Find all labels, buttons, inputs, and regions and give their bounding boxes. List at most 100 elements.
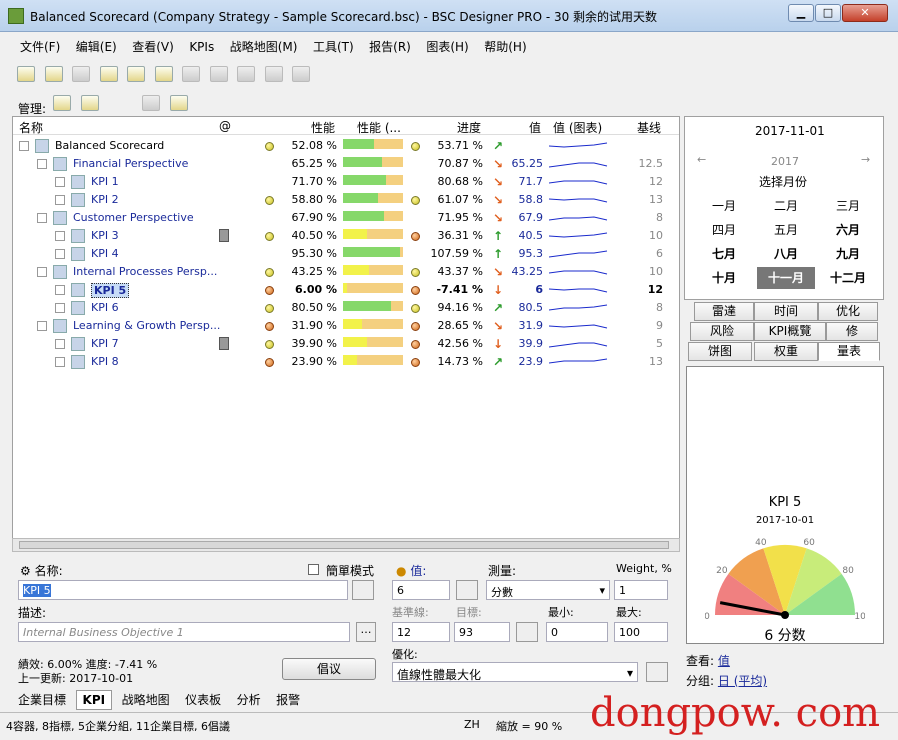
menu-reports[interactable]: 报告(R): [363, 36, 417, 57]
min-field[interactable]: 0: [546, 622, 608, 642]
col-performance[interactable]: 性能: [311, 119, 335, 136]
month-cell[interactable]: 五月: [757, 219, 815, 241]
table-row[interactable]: Internal Processes Persp... 43.25 % 43.37 …: [13, 263, 679, 281]
col-at[interactable]: @: [219, 119, 231, 133]
baseline-field[interactable]: 12: [392, 622, 450, 642]
tab-alerts[interactable]: 报警: [270, 689, 306, 710]
copy-icon[interactable]: [182, 66, 200, 82]
menu-edit[interactable]: 编辑(E): [70, 36, 123, 57]
menu-strategy-map[interactable]: 战略地图(M): [224, 36, 304, 57]
tab-strategy-map[interactable]: 战略地图: [116, 689, 176, 710]
maximize-button[interactable]: □: [815, 4, 841, 22]
add-container-icon[interactable]: [52, 95, 71, 111]
save-icon[interactable]: [72, 66, 90, 82]
optimization-edit-button[interactable]: [646, 662, 668, 682]
expand-toggle-icon[interactable]: [55, 249, 65, 259]
table-row[interactable]: Balanced Scorecard 52.08 % 53.71 % ↗: [13, 137, 679, 155]
value-field[interactable]: 6: [392, 580, 450, 600]
description-more-button[interactable]: …: [356, 622, 376, 642]
month-cell[interactable]: 七月: [695, 243, 753, 265]
move-up-icon[interactable]: [142, 95, 161, 111]
horizontal-scrollbar[interactable]: [12, 538, 680, 552]
menu-charts[interactable]: 图表(H): [420, 36, 474, 57]
tab-dashboard[interactable]: 仪表板: [179, 689, 227, 710]
expand-toggle-icon[interactable]: [19, 141, 29, 151]
tab-time[interactable]: 时间: [754, 302, 818, 321]
name-field[interactable]: KPI 5: [18, 580, 348, 600]
value-refresh-button[interactable]: [456, 580, 478, 600]
table-row[interactable]: Learning & Growth Persp... 31.90 % 28.65 %…: [13, 317, 679, 335]
expand-toggle-icon[interactable]: [55, 285, 65, 295]
tab-kpi-overview[interactable]: KPI概覽: [754, 322, 826, 341]
description-field[interactable]: Internal Business Objective 1: [18, 622, 350, 642]
tab-gauge[interactable]: 量表: [818, 342, 880, 361]
menu-kpis[interactable]: KPIs: [183, 38, 220, 56]
month-cell[interactable]: 三月: [819, 195, 877, 217]
redo-icon[interactable]: [292, 66, 310, 82]
note-icon[interactable]: [219, 229, 229, 242]
tab-risk[interactable]: 风险: [690, 322, 754, 341]
menu-file[interactable]: 文件(F): [14, 36, 66, 57]
tab-fix[interactable]: 修: [826, 322, 878, 341]
expand-toggle-icon[interactable]: [55, 303, 65, 313]
month-cell[interactable]: 十一月: [757, 267, 815, 289]
tab-weight[interactable]: 权重: [754, 342, 818, 361]
tab-analysis[interactable]: 分析: [231, 689, 267, 710]
month-cell[interactable]: 一月: [695, 195, 753, 217]
col-progress[interactable]: 进度: [457, 119, 481, 136]
expand-toggle-icon[interactable]: [55, 177, 65, 187]
close-button[interactable]: ✕: [842, 4, 888, 22]
view-value-link[interactable]: 值: [718, 654, 730, 668]
table-row[interactable]: KPI 8 23.90 % 14.73 % ↗ 23.9 13: [13, 353, 679, 371]
expand-toggle-icon[interactable]: [37, 321, 47, 331]
table-row[interactable]: KPI 1 71.70 % 80.68 % ↘ 71.7 12: [13, 173, 679, 191]
max-field[interactable]: 100: [614, 622, 668, 642]
table-row[interactable]: KPI 5 6.00 % -7.41 % ↓ 6 12: [13, 281, 679, 299]
month-cell[interactable]: 九月: [819, 243, 877, 265]
month-cell[interactable]: 十二月: [819, 267, 877, 289]
table-row[interactable]: KPI 3 40.50 % 36.31 % ↑ 40.5 10: [13, 227, 679, 245]
table-row[interactable]: KPI 7 39.90 % 42.56 % ↓ 39.9 5: [13, 335, 679, 353]
calendar-date[interactable]: 2017-11-01: [755, 124, 825, 138]
tag-icon[interactable]: [99, 66, 118, 82]
expand-toggle-icon[interactable]: [55, 195, 65, 205]
move-down-icon[interactable]: [170, 95, 189, 111]
tab-goals[interactable]: 企業目標: [12, 689, 72, 710]
weight-field[interactable]: 1: [614, 580, 668, 600]
next-year-arrow[interactable]: →: [861, 153, 870, 166]
group-value-link[interactable]: 日 (平均): [718, 674, 767, 688]
add-kpi-icon[interactable]: [80, 95, 99, 111]
menu-tools[interactable]: 工具(T): [307, 36, 360, 57]
tab-optimize[interactable]: 优化: [818, 302, 878, 321]
month-cell[interactable]: 八月: [757, 243, 815, 265]
minimize-button[interactable]: ▁: [788, 4, 814, 22]
prev-year-arrow[interactable]: ←: [697, 153, 706, 166]
col-baseline[interactable]: 基线: [637, 119, 661, 136]
expand-toggle-icon[interactable]: [37, 213, 47, 223]
month-cell[interactable]: 四月: [695, 219, 753, 241]
table-row[interactable]: Customer Perspective 67.90 % 71.95 % ↘ 67.9 8: [13, 209, 679, 227]
paste-icon[interactable]: [237, 66, 255, 82]
undo-icon[interactable]: [264, 66, 283, 82]
new-icon[interactable]: [17, 66, 35, 82]
measure-select[interactable]: 分數 ▾: [486, 580, 610, 600]
expand-toggle-icon[interactable]: [55, 357, 65, 367]
suggest-button[interactable]: 倡议: [282, 658, 376, 680]
col-performance-chart[interactable]: 性能 (...: [357, 119, 401, 136]
simple-mode-checkbox[interactable]: [308, 564, 319, 575]
month-cell[interactable]: 十月: [695, 267, 753, 289]
expand-toggle-icon[interactable]: [55, 339, 65, 349]
col-value[interactable]: 值: [529, 119, 541, 136]
open-icon[interactable]: [44, 66, 63, 82]
col-name[interactable]: 名称: [19, 119, 43, 136]
expand-toggle-icon[interactable]: [55, 231, 65, 241]
tab-kpi[interactable]: KPI: [75, 690, 113, 710]
menu-help[interactable]: 帮助(H): [478, 36, 532, 57]
tab-radar[interactable]: 雷達: [694, 302, 754, 321]
month-cell[interactable]: 二月: [757, 195, 815, 217]
table-row[interactable]: Financial Perspective 65.25 % 70.87 % ↘ 65.2…: [13, 155, 679, 173]
note-icon[interactable]: [219, 337, 229, 350]
calendar-nav-icons[interactable]: [693, 123, 729, 137]
calculator-icon[interactable]: [127, 66, 145, 82]
month-cell[interactable]: 六月: [819, 219, 877, 241]
